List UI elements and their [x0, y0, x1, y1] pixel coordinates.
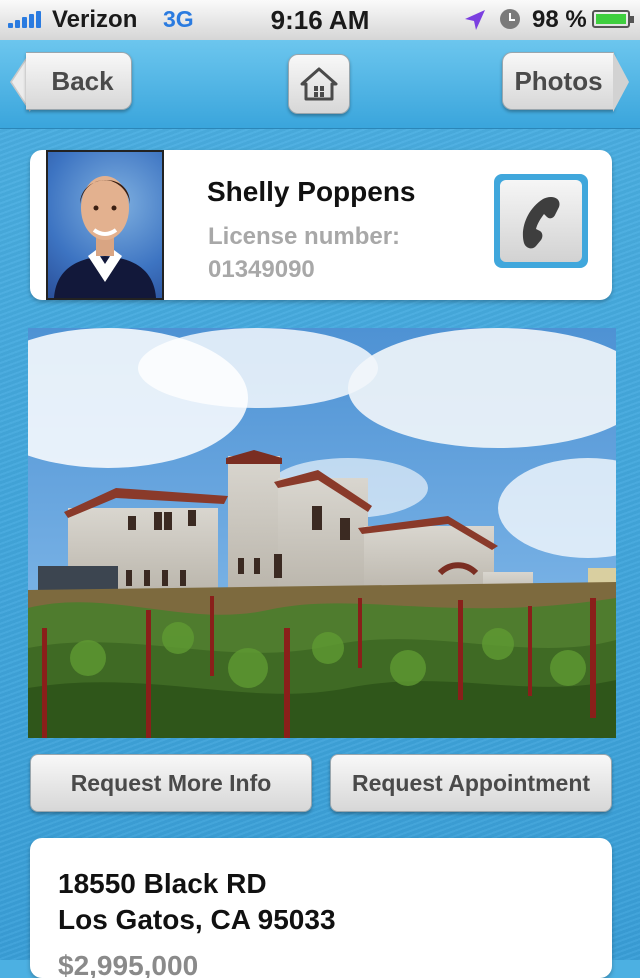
agent-card: Shelly Poppens License number: 01349090 [30, 150, 612, 300]
alarm-icon [500, 9, 520, 29]
battery-percent: 98 % [532, 6, 587, 33]
license-label: License number: [208, 223, 401, 250]
property-photo[interactable] [28, 328, 616, 738]
agent-photo [46, 150, 164, 300]
agent-name: Shelly Poppens [207, 176, 416, 207]
agent-portrait-icon [54, 176, 156, 298]
call-button-face [500, 180, 582, 262]
address-card: 18550 Black RD Los Gatos, CA 95033 $2,99… [30, 838, 612, 978]
request-more-info-button[interactable]: Request More Info [30, 754, 312, 812]
home-icon [300, 67, 338, 101]
address-city: Los Gatos, CA 95033 [58, 904, 336, 935]
photos-label: Photos [514, 65, 603, 96]
location-icon [465, 10, 485, 30]
status-bar: Verizon 3G 9:16 AM 98 % [0, 0, 640, 41]
battery-icon [592, 10, 634, 28]
back-button[interactable]: Back [26, 52, 132, 110]
back-label: Back [51, 65, 114, 96]
call-button[interactable] [494, 174, 588, 268]
license-number: 01349090 [208, 256, 315, 283]
photos-button[interactable]: Photos [502, 52, 614, 110]
address-street: 18550 Black RD [58, 868, 267, 899]
request-more-info-label: Request More Info [70, 769, 272, 796]
home-button[interactable] [288, 54, 350, 114]
request-appointment-button[interactable]: Request Appointment [330, 754, 612, 812]
property-image [28, 328, 616, 738]
request-appointment-label: Request Appointment [351, 769, 591, 796]
nav-bar: Back Photos [0, 40, 640, 129]
property-price: $2,995,000 [58, 950, 199, 978]
phone-icon [522, 197, 560, 249]
photos-arrow-shape [613, 52, 629, 112]
